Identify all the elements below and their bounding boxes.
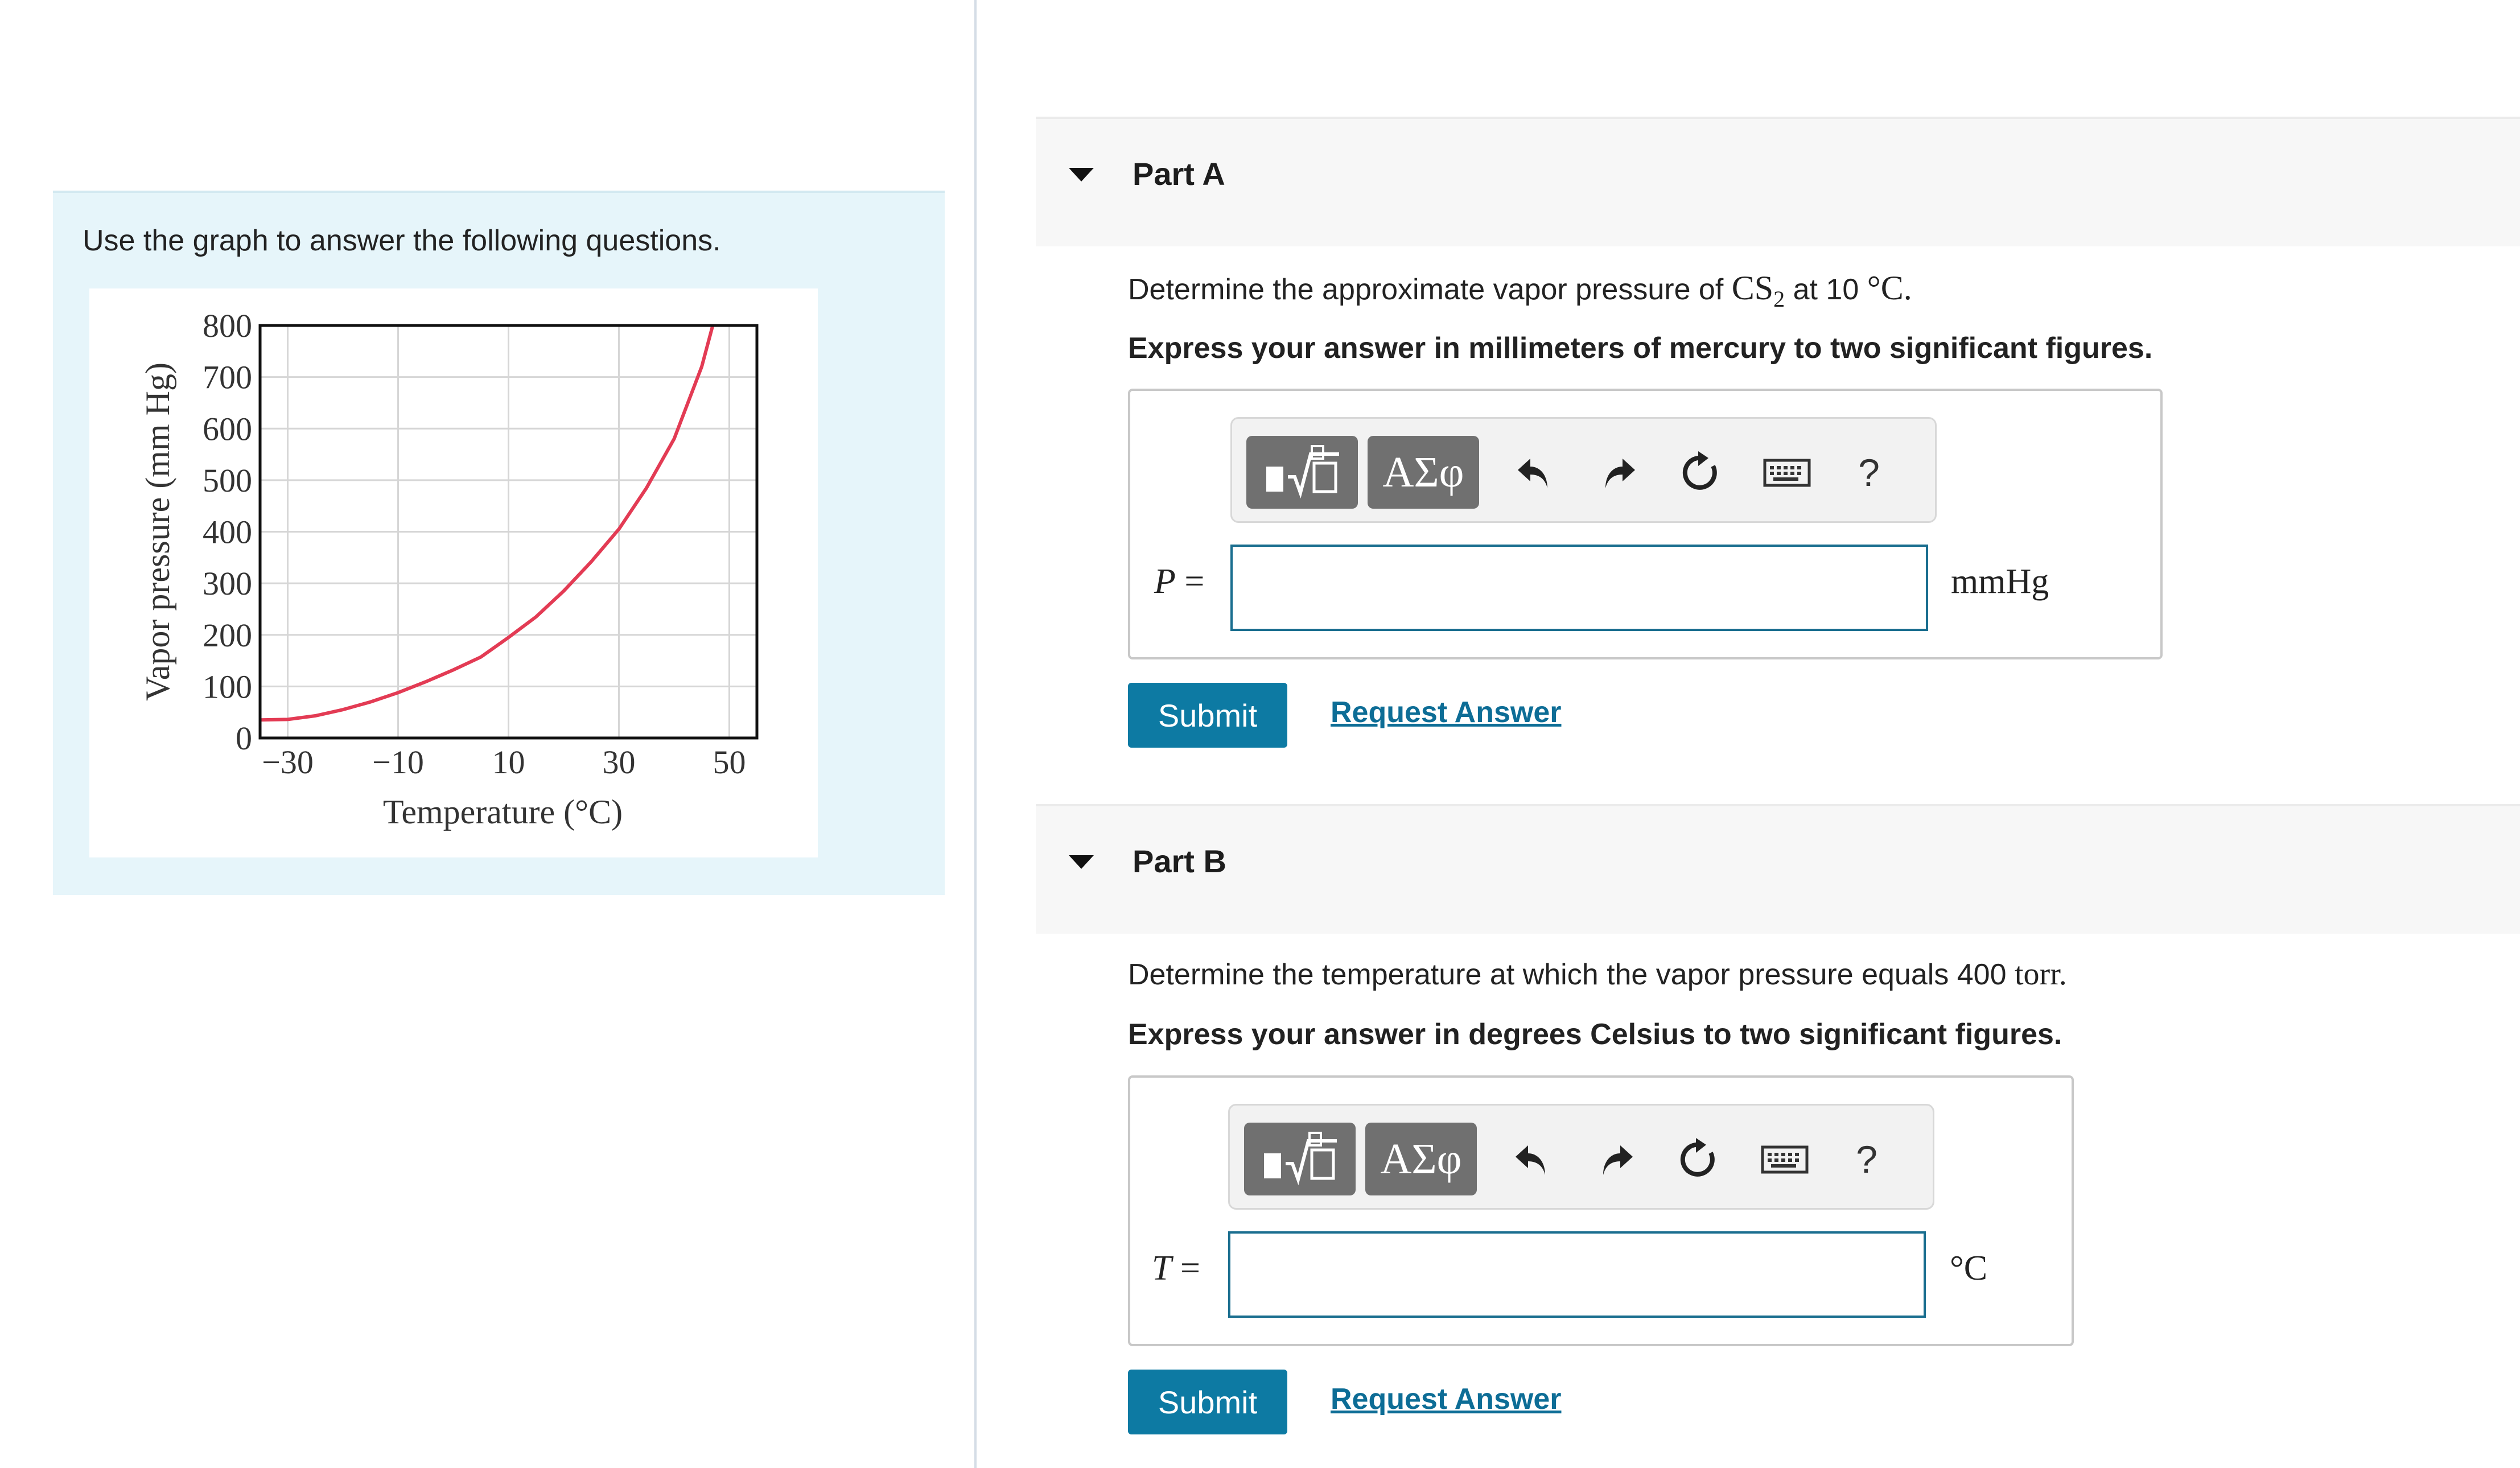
undo-icon[interactable] [1505, 1134, 1557, 1185]
part-a-instruction: Express your answer in millimeters of me… [1128, 332, 2153, 365]
part-b-title: Part B [1133, 843, 1226, 879]
part-a-variable-label: P = [1154, 562, 1205, 601]
part-b-header[interactable]: Part B [1036, 804, 2520, 934]
vapor-pressure-chart: 0 100 200 300 400 500 600 700 800 −30 −10 10 30 50 Tem… [139, 307, 759, 831]
part-a-collapse-icon[interactable] [1069, 168, 1094, 182]
part-a-answer-box: ΑΣφ ? P = mmHg [1128, 389, 2163, 659]
y-tick-label: 700 [203, 359, 252, 396]
part-a-question-unit: °C. [1867, 269, 1912, 307]
part-b-collapse-icon[interactable] [1069, 855, 1094, 869]
part-b-question-unit: torr. [2014, 956, 2067, 992]
x-tick-label: −30 [262, 744, 314, 781]
templates-icon[interactable] [1246, 436, 1358, 509]
part-a-request-answer-link[interactable]: Request Answer [1331, 695, 1562, 729]
y-tick-label: 500 [203, 462, 252, 499]
part-b-submit-button[interactable]: Submit [1128, 1370, 1287, 1434]
x-tick-label: 10 [492, 744, 525, 781]
y-tick-label: 300 [203, 565, 252, 602]
part-b-toolbar: ΑΣφ ? [1228, 1104, 1934, 1210]
part-a-question-prefix: Determine the approximate vapor pressure… [1128, 273, 1724, 306]
y-tick-label: 800 [203, 307, 252, 344]
part-b-request-answer-link[interactable]: Request Answer [1331, 1382, 1562, 1416]
compound-formula: CS2 [1731, 269, 1785, 312]
help-icon[interactable]: ? [1843, 447, 1895, 498]
redo-icon[interactable] [1594, 447, 1645, 498]
templates-icon[interactable] [1244, 1123, 1356, 1195]
y-tick-label: 600 [203, 410, 252, 447]
part-a-unit: mmHg [1951, 562, 2049, 601]
help-icon[interactable]: ? [1841, 1134, 1892, 1185]
y-tick-label: 400 [203, 514, 252, 551]
y-axis-title: Vapor pressure (mm Hg) [139, 362, 176, 701]
y-tick-label: 0 [236, 720, 252, 757]
x-tick-label: 50 [713, 744, 746, 781]
part-b-answer-box: ΑΣφ ? T = °C [1128, 1075, 2074, 1346]
part-a-answer-input[interactable] [1230, 545, 1928, 631]
greek-symbols-icon[interactable]: ΑΣφ [1368, 436, 1479, 509]
part-b-instruction: Express your answer in degrees Celsius t… [1128, 1018, 2062, 1051]
part-b-question: Determine the temperature at which the v… [1128, 956, 2067, 992]
keyboard-icon[interactable] [1761, 447, 1813, 498]
vapor-pressure-curve [260, 325, 715, 722]
part-a-header[interactable]: Part A [1036, 117, 2520, 246]
part-a-toolbar: ΑΣφ ? [1230, 417, 1937, 523]
keyboard-icon[interactable] [1759, 1134, 1810, 1185]
graph-card: 0 100 200 300 400 500 600 700 800 −30 −10 10 30 50 Tem… [89, 288, 818, 857]
undo-icon[interactable] [1508, 447, 1559, 498]
part-a-question: Determine the approximate vapor pressure… [1128, 269, 1912, 312]
intro-box: Use the graph to answer the following qu… [53, 191, 945, 895]
pane-divider [974, 0, 977, 1468]
greek-symbols-icon[interactable]: ΑΣφ [1365, 1123, 1477, 1195]
part-a-submit-button[interactable]: Submit [1128, 683, 1287, 748]
redo-icon[interactable] [1592, 1134, 1643, 1185]
x-tick-label: −10 [372, 744, 424, 781]
part-b-question-prefix: Determine the temperature at which the v… [1128, 958, 2007, 991]
part-a-title: Part A [1133, 156, 1225, 192]
part-b-variable-label: T = [1152, 1249, 1200, 1288]
intro-text: Use the graph to answer the following qu… [83, 224, 721, 257]
part-b-unit: °C [1950, 1249, 1988, 1288]
part-a-question-mid: at 10 [1793, 273, 1859, 306]
y-tick-label: 100 [203, 668, 252, 705]
part-b-answer-input[interactable] [1228, 1231, 1926, 1318]
x-axis-title: Temperature (°C) [383, 793, 623, 831]
reset-icon[interactable] [1676, 447, 1727, 498]
x-tick-label: 30 [603, 744, 636, 781]
left-pane: Use the graph to answer the following qu… [0, 0, 974, 1468]
y-tick-label: 200 [203, 617, 252, 654]
reset-icon[interactable] [1674, 1134, 1725, 1185]
